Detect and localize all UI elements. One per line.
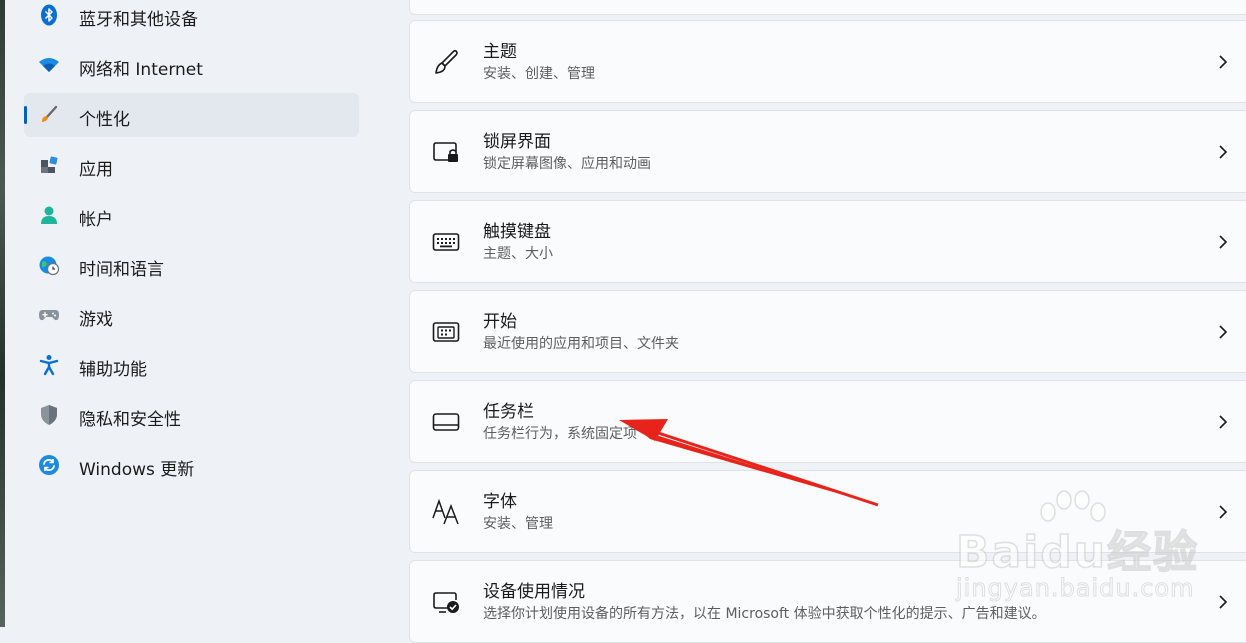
brush-icon — [38, 104, 60, 126]
card-title: 主题 — [483, 42, 517, 62]
brush-icon — [431, 47, 461, 77]
wifi-icon — [38, 54, 60, 76]
chevron-right-icon — [1219, 415, 1228, 429]
gamepad-icon — [38, 304, 60, 326]
sidebar-item-apps[interactable]: 应用 — [24, 143, 359, 187]
sidebar-item-label: 个性化 — [79, 110, 130, 130]
chevron-right-icon — [1219, 235, 1228, 249]
sidebar-item-time-language[interactable]: 时间和语言 — [24, 243, 359, 287]
sidebar-item-accounts[interactable]: 帐户 — [24, 193, 359, 237]
settings-card-partial — [409, 0, 1246, 15]
card-subtitle: 最近使用的应用和项目、文件夹 — [483, 336, 679, 352]
card-title: 任务栏 — [483, 402, 534, 422]
sidebar-item-privacy[interactable]: 隐私和安全性 — [24, 393, 359, 437]
chevron-right-icon — [1219, 55, 1228, 69]
sidebar-item-label: 辅助功能 — [79, 360, 147, 380]
accessibility-icon — [38, 354, 60, 376]
sidebar-item-label: 帐户 — [79, 210, 113, 230]
sidebar-item-accessibility[interactable]: 辅助功能 — [24, 343, 359, 387]
globe-clock-icon — [38, 254, 60, 276]
shield-icon — [38, 404, 60, 426]
chevron-right-icon — [1219, 595, 1228, 609]
card-subtitle: 安装、管理 — [483, 516, 553, 532]
card-subtitle: 任务栏行为，系统固定项 — [483, 426, 637, 442]
bluetooth-icon — [38, 4, 60, 26]
card-title: 锁屏界面 — [483, 132, 551, 152]
card-title: 字体 — [483, 492, 517, 512]
sidebar-item-label: 游戏 — [79, 310, 113, 330]
settings-card-lock-screen[interactable]: 锁屏界面 锁定屏幕图像、应用和动画 — [409, 110, 1246, 193]
card-subtitle: 锁定屏幕图像、应用和动画 — [483, 156, 651, 172]
lock-screen-icon — [431, 137, 461, 167]
start-icon — [431, 317, 461, 347]
active-indicator — [24, 106, 27, 124]
chevron-right-icon — [1219, 145, 1228, 159]
sidebar-item-label: 应用 — [79, 160, 113, 180]
settings-card-start[interactable]: 开始 最近使用的应用和项目、文件夹 — [409, 290, 1246, 373]
card-subtitle: 主题、大小 — [483, 246, 553, 262]
chevron-right-icon — [1219, 505, 1228, 519]
settings-sidebar: 蓝牙和其他设备 网络和 Internet 个性化 应用 帐户 时间和语言 游戏 … — [5, 0, 400, 627]
sidebar-item-label: 隐私和安全性 — [79, 410, 181, 430]
card-title: 设备使用情况 — [483, 582, 585, 602]
settings-card-device-usage[interactable]: 设备使用情况 选择你计划使用设备的所有方法，以在 Microsoft 体验中获取… — [409, 560, 1246, 643]
settings-card-fonts[interactable]: 字体 安装、管理 — [409, 470, 1246, 553]
card-subtitle: 选择你计划使用设备的所有方法，以在 Microsoft 体验中获取个性化的提示、… — [483, 606, 1046, 622]
settings-card-touch-keyboard[interactable]: 触摸键盘 主题、大小 — [409, 200, 1246, 283]
sidebar-item-network[interactable]: 网络和 Internet — [24, 43, 359, 87]
card-title: 触摸键盘 — [483, 222, 551, 242]
taskbar-icon — [431, 407, 461, 437]
font-icon — [431, 497, 461, 527]
settings-card-taskbar[interactable]: 任务栏 任务栏行为，系统固定项 — [409, 380, 1246, 463]
sidebar-item-label: 蓝牙和其他设备 — [79, 10, 198, 30]
person-icon — [38, 204, 60, 226]
sidebar-item-gaming[interactable]: 游戏 — [24, 293, 359, 337]
card-title: 开始 — [483, 312, 517, 332]
sidebar-item-label: Windows 更新 — [79, 460, 195, 480]
sidebar-item-windows-update[interactable]: Windows 更新 — [24, 443, 359, 487]
device-usage-icon — [431, 587, 461, 617]
update-icon — [38, 454, 60, 476]
sidebar-item-label: 时间和语言 — [79, 260, 164, 280]
sidebar-item-personalization[interactable]: 个性化 — [24, 93, 359, 137]
personalization-settings-list: 主题 安装、创建、管理 锁屏界面 锁定屏幕图像、应用和动画 触摸键盘 主题、大小… — [409, 0, 1246, 643]
chevron-right-icon — [1219, 325, 1228, 339]
keyboard-icon — [431, 227, 461, 257]
settings-card-themes[interactable]: 主题 安装、创建、管理 — [409, 20, 1246, 103]
apps-icon — [38, 154, 60, 176]
card-subtitle: 安装、创建、管理 — [483, 66, 595, 82]
sidebar-item-bluetooth[interactable]: 蓝牙和其他设备 — [24, 0, 359, 37]
sidebar-item-label: 网络和 Internet — [79, 60, 203, 80]
